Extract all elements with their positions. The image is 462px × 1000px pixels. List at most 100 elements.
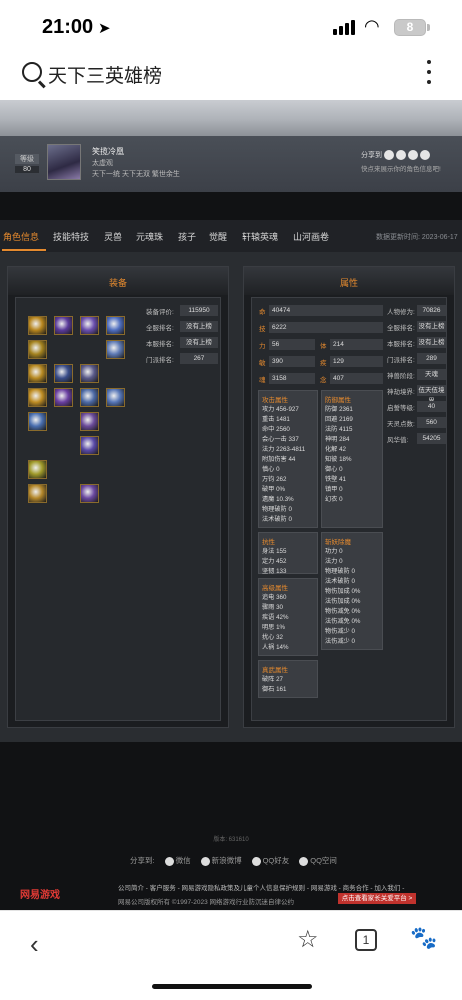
attributes-inner: 命 40474 技 6222 力 56 体 214 敏 390 疾 129 魂 … (251, 297, 447, 721)
resist-attr-line: 坚韧 133 (262, 568, 287, 575)
share-qzone-icon[interactable] (420, 150, 430, 160)
resist-attr-line: 定力 452 (262, 558, 287, 565)
eq-score-label: 装备评价: (146, 309, 174, 316)
back-icon[interactable]: ‹ (30, 929, 39, 960)
equipment-title: 装备 (108, 278, 127, 288)
netease-games-logo[interactable]: 网易游戏 (20, 886, 60, 901)
signal-icon (333, 20, 355, 35)
equipment-slot-icon[interactable] (106, 340, 125, 359)
eq-school-rank-value: 267 (180, 353, 218, 364)
page-banner (0, 100, 462, 136)
equipment-slot-icon[interactable] (106, 388, 125, 407)
tab-scrolls[interactable]: 山河画卷 (293, 230, 329, 243)
attr-li-value: 56 (269, 339, 315, 350)
footer-share-wechat[interactable]: 微信 (164, 855, 191, 866)
equipment-slot-icon[interactable] (28, 484, 47, 503)
defense-attr-line: 御心 0 (325, 466, 343, 473)
advanced-attr-line: 人祸 14% (262, 644, 289, 651)
equipment-slot-icon[interactable] (28, 388, 47, 407)
equipment-slot-icon[interactable] (28, 412, 47, 431)
true-attr-line: 破阵 27 (262, 676, 283, 683)
defense-attributes: 防御属性 防御 2361 回避 2169 法防 4115 神明 284 化解 42 知彼 1… (321, 390, 383, 528)
tab-skills[interactable]: 技能特技 (53, 230, 89, 243)
attr-nian-label: 念 (320, 377, 327, 384)
tab-heroes[interactable]: 轩辕英魂 (242, 230, 278, 243)
equipment-slot-icon[interactable] (28, 460, 47, 479)
share-weibo-icon[interactable] (396, 150, 406, 160)
weibo-icon (200, 856, 210, 866)
content-area: 装备 装备评价: 115950 全服排名: 没有上榜 本服排名: 没有上榜 门派… (0, 252, 462, 742)
tab-children[interactable]: 孩子 (178, 230, 196, 243)
attack-attr-line: 攻力 456-927 (262, 406, 299, 413)
equipment-slot-icon[interactable] (54, 388, 73, 407)
attack-attr-line: 法力 2263-4811 (262, 446, 306, 453)
share-wechat-icon[interactable] (384, 150, 394, 160)
footer-share-weibo[interactable]: 新浪微博 (200, 855, 242, 866)
equipment-slot-icon[interactable] (80, 412, 99, 431)
true-martial-attributes: 真武属性 破阵 27 御石 161 (258, 660, 318, 698)
advanced-attributes: 高级属性 追电 360 骤雨 30 疾语 42% 明思 1% 扰心 32 人祸 14% (258, 578, 318, 656)
tabs-count-button[interactable]: 1 (355, 929, 377, 951)
attr-min-value: 390 (269, 356, 315, 367)
cultivation-label: 神兽阶段: (387, 373, 415, 380)
attack-attr-line: 附加伤害 44 (262, 456, 296, 463)
equipment-slot-icon[interactable] (80, 436, 99, 455)
footer-share-qzone[interactable]: QQ空间 (299, 855, 337, 866)
defense-attr-line: 知彼 18% (325, 456, 352, 463)
defense-attr-line: 法防 4115 (325, 426, 353, 433)
special-attr-line: 物伤加成 0% (325, 588, 361, 595)
equipment-panel: 装备 装备评价: 115950 全服排名: 没有上榜 本服排名: 没有上榜 门派… (7, 266, 229, 728)
baidu-paw-icon[interactable]: 🐾 (410, 925, 437, 951)
equipment-slot-icon[interactable] (80, 364, 99, 383)
advanced-attr-line: 骤雨 30 (262, 604, 283, 611)
equipment-slot-icon[interactable] (28, 316, 47, 335)
attack-attributes: 攻击属性 攻力 456-927 重击 1481 命中 2560 会心一击 337 法力 2… (258, 390, 318, 528)
attack-attr-line: 破甲 0% (262, 486, 286, 493)
tab-pets[interactable]: 灵兽 (104, 230, 122, 243)
attr-ji2-label: 疾 (320, 360, 327, 367)
attr-hun-label: 魂 (259, 377, 266, 384)
tab-soul-beads[interactable]: 元魂珠 (136, 230, 163, 243)
more-menu-icon[interactable] (426, 60, 432, 84)
equipment-slot-icon[interactable] (80, 316, 99, 335)
web-page: 等级 80 笑揽冷凰 太虚观 天下一统 天下无双 繁世余生 分享到 快点来展示你… (0, 100, 462, 910)
equipment-slot-icon[interactable] (28, 340, 47, 359)
defense-attr-line: 回避 2169 (325, 416, 353, 423)
footer-share-label: 分享到: (130, 856, 155, 865)
equipment-slot-icon[interactable] (80, 484, 99, 503)
special-attr-line: 物理破防 0 (325, 568, 355, 575)
cultivation-label: 风华值: (387, 437, 409, 444)
equipment-slot-icon[interactable] (54, 364, 73, 383)
update-time: 数据更新时间: 2023-06-17 (376, 234, 458, 241)
cultivation-value: 没有上榜 (417, 321, 446, 332)
footer-links[interactable]: 公司简介 - 客户服务 - 网易游戏隐私政策及儿童个人信息保护规则 - 网易游戏… (118, 882, 404, 892)
parent-care-button[interactable]: 点击查看家长关爱平台 > (338, 893, 416, 904)
special-attr-line: 物伤减少 0 (325, 628, 355, 635)
attack-attr-line: 重击 1481 (262, 416, 290, 423)
resist-attributes: 抗性 身法 155 定力 452 坚韧 133 (258, 532, 318, 575)
special-attr-line: 法术破防 0 (325, 578, 355, 585)
search-bar[interactable]: 天下三英雄榜 (0, 54, 462, 100)
equipment-slot-icon[interactable] (80, 388, 99, 407)
cultivation-label: 神劫境界: (387, 389, 415, 396)
tab-character-info[interactable]: 角色信息 (3, 230, 39, 243)
advanced-attr-line: 扰心 32 (262, 634, 283, 641)
attack-attr-line: 慎心 0 (262, 466, 280, 473)
equipment-slot-icon[interactable] (54, 316, 73, 335)
equipment-slot-icon[interactable] (106, 316, 125, 335)
share-qq-icon[interactable] (408, 150, 418, 160)
attr-ji-value: 6222 (269, 322, 383, 333)
bookmark-star-icon[interactable]: ☆ (297, 925, 319, 954)
equipment-slot-icon[interactable] (28, 364, 47, 383)
tab-awakening[interactable]: 觉醒 (209, 230, 227, 243)
character-school: 太虚观 (92, 160, 113, 167)
cultivation-value: 560 (417, 417, 446, 428)
attack-group-title: 攻击属性 (262, 397, 288, 404)
footer-share-qq[interactable]: QQ好友 (251, 855, 289, 866)
cultivation-label: 人物修为: (387, 309, 415, 316)
cultivation-value: 没有上榜 (417, 337, 446, 348)
search-query[interactable]: 天下三英雄榜 (48, 61, 162, 88)
demon-slaying-attributes: 斩妖除魔 功力 0 法力 0 物理破防 0 法术破防 0 物伤加成 0% 法伤加成 0% 物伤… (321, 532, 383, 650)
location-arrow-icon: ➤ (98, 20, 111, 37)
status-bar: 21:00 ➤ ◠ 8 (0, 0, 462, 54)
